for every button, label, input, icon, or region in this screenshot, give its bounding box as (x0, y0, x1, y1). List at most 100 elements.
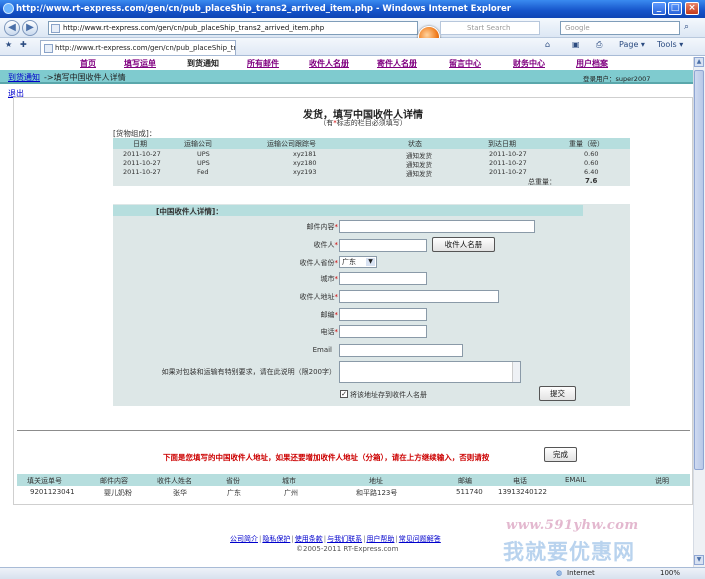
content-label: 邮件内容* (270, 222, 339, 232)
phone-label-text: 电话 (320, 328, 335, 336)
remark-textarea[interactable] (339, 361, 521, 383)
goods-cell: UPS (197, 159, 210, 167)
footer-links: 公司简介|隐私保护|使用条款|与我们联系|用户帮助|常见问题解答 (230, 535, 441, 543)
nav-sender-book[interactable]: 寄件人名册 (377, 58, 417, 69)
nav-arrival-notice[interactable]: 到货通知 (187, 58, 219, 69)
favorites-star-icon[interactable]: ★ (5, 40, 12, 49)
recipient-book-button[interactable]: 收件人名册 (432, 237, 495, 252)
back-icon[interactable]: ◀ (4, 20, 20, 36)
list-col-address: 地址 (369, 477, 383, 485)
recipient-input[interactable] (339, 239, 427, 252)
goods-cell: 6.40 (584, 168, 599, 176)
page-menu-label: Page (619, 40, 639, 49)
forward-icon[interactable]: ▶ (22, 20, 38, 36)
goods-cell: 0.60 (584, 159, 599, 167)
scroll-up-icon[interactable]: ▲ (694, 57, 704, 67)
search-icon[interactable]: ⌕ (684, 22, 689, 32)
home-icon[interactable]: ⌂ (545, 40, 550, 49)
required-star: * (334, 293, 339, 301)
minimize-icon[interactable]: _ (652, 2, 666, 15)
province-label: 收件人省份* (270, 258, 339, 268)
nav-finance-center[interactable]: 财务中心 (513, 58, 545, 69)
tab-title: http://www.rt-express.com/gen/cn/pub_pla… (55, 44, 236, 52)
required-star: * (334, 259, 339, 267)
footer-link-terms[interactable]: 使用条款 (295, 535, 323, 543)
city-label-text: 城市 (320, 275, 335, 283)
nav-home[interactable]: 首页 (80, 58, 96, 69)
submit-button[interactable]: 提交 (539, 386, 576, 401)
browser-tab[interactable]: http://www.rt-express.com/gen/cn/pub_pla… (40, 40, 236, 55)
globe-icon: ◍ (556, 569, 563, 577)
footer-link-privacy[interactable]: 隐私保护 (262, 535, 290, 543)
email-label: Email (312, 346, 332, 354)
status-bar (0, 567, 705, 579)
save-address-checkbox[interactable]: ✓ (340, 390, 348, 398)
footer-link-help[interactable]: 用户帮助 (366, 535, 394, 543)
list-cell-phone: 13913240122 (498, 488, 547, 496)
start-search-box[interactable]: Start Search (440, 21, 540, 35)
list-cell-name: 张华 (173, 489, 187, 497)
tools-menu-label: Tools (657, 40, 677, 49)
close-icon[interactable]: × (685, 2, 699, 15)
goods-cell: 0.60 (584, 150, 599, 158)
breadcrumb-current: ->填写中国收件人详情 (44, 73, 126, 82)
page-menu[interactable]: Page ▾ (619, 40, 645, 49)
list-col-waybill: 填关运单号 (27, 477, 62, 485)
phone-input[interactable] (339, 325, 427, 338)
content-input[interactable] (339, 220, 535, 233)
goods-cell: 2011-10-27 (123, 168, 161, 176)
city-input[interactable] (339, 272, 427, 285)
address-bar[interactable]: http://www.rt-express.com/gen/cn/pub_pla… (48, 21, 418, 35)
email-input[interactable] (339, 344, 463, 357)
subtitle-prefix: （有 (319, 119, 334, 127)
done-button[interactable]: 完成 (544, 447, 577, 462)
remark-scrollbar[interactable] (512, 362, 520, 382)
maximize-icon[interactable]: □ (668, 2, 682, 15)
window-title: http://www.rt-express.com/gen/cn/pub_pla… (16, 4, 511, 14)
copyright: ©2005-2011 RT-Express.com (296, 545, 399, 553)
print-icon[interactable]: ⎙ (596, 40, 602, 50)
goods-cell: xyz180 (293, 159, 317, 167)
feeds-icon[interactable]: ▣ (572, 40, 580, 49)
content-label-text: 邮件内容 (306, 223, 335, 231)
list-col-phone: 电话 (513, 477, 527, 485)
status-zoom[interactable]: 100% (660, 569, 680, 577)
required-star: * (334, 328, 339, 336)
city-label: 城市* (270, 274, 339, 284)
list-cell-postcode: 511740 (456, 488, 483, 496)
breadcrumb-link[interactable]: 到货通知 (8, 72, 40, 83)
login-user: 登录用户：super2007 (583, 75, 651, 83)
goods-cell: 2011-10-27 (489, 150, 527, 158)
goods-cell: xyz181 (293, 150, 317, 158)
goods-cell: Fed (197, 168, 209, 176)
goods-col-status: 状态 (408, 140, 422, 148)
watermark-url: www.591yhw.com (506, 518, 639, 533)
footer-link-contact[interactable]: 与我们联系 (327, 535, 362, 543)
search-placeholder: Google (565, 24, 590, 32)
list-cell-city: 广州 (284, 489, 298, 497)
recipient-label: 收件人* (270, 240, 339, 250)
scroll-thumb[interactable] (694, 70, 704, 470)
province-select[interactable]: 广东 ▼ (339, 256, 377, 268)
footer-link-about[interactable]: 公司简介 (230, 535, 258, 543)
nav-user-profile[interactable]: 用户档案 (576, 58, 608, 69)
footer-link-faq[interactable]: 常见问题解答 (399, 535, 441, 543)
nav-fill-waybill[interactable]: 填写运单 (124, 58, 156, 69)
search-input[interactable]: Google (560, 21, 680, 35)
province-selected: 广东 (342, 258, 356, 266)
nav-recipient-book[interactable]: 收件人名册 (309, 58, 349, 69)
postcode-input[interactable] (339, 308, 427, 321)
add-favorite-icon[interactable]: ✚ (20, 40, 27, 49)
scroll-down-icon[interactable]: ▼ (694, 555, 704, 565)
postcode-label: 邮编* (270, 310, 339, 320)
address-input[interactable] (339, 290, 499, 303)
goods-cell: xyz193 (293, 168, 317, 176)
nav-all-mail[interactable]: 所有邮件 (247, 58, 279, 69)
subtitle-suffix: 标志的栏目必须填写） (336, 119, 407, 127)
list-col-note: 说明 (655, 477, 669, 485)
tools-menu[interactable]: Tools ▾ (657, 40, 683, 49)
nav-message-center[interactable]: 留言中心 (449, 58, 481, 69)
form-title: [中国收件人详情]： (156, 207, 223, 216)
goods-col-date: 日期 (133, 140, 147, 148)
recipient-label-text: 收件人 (313, 241, 335, 249)
